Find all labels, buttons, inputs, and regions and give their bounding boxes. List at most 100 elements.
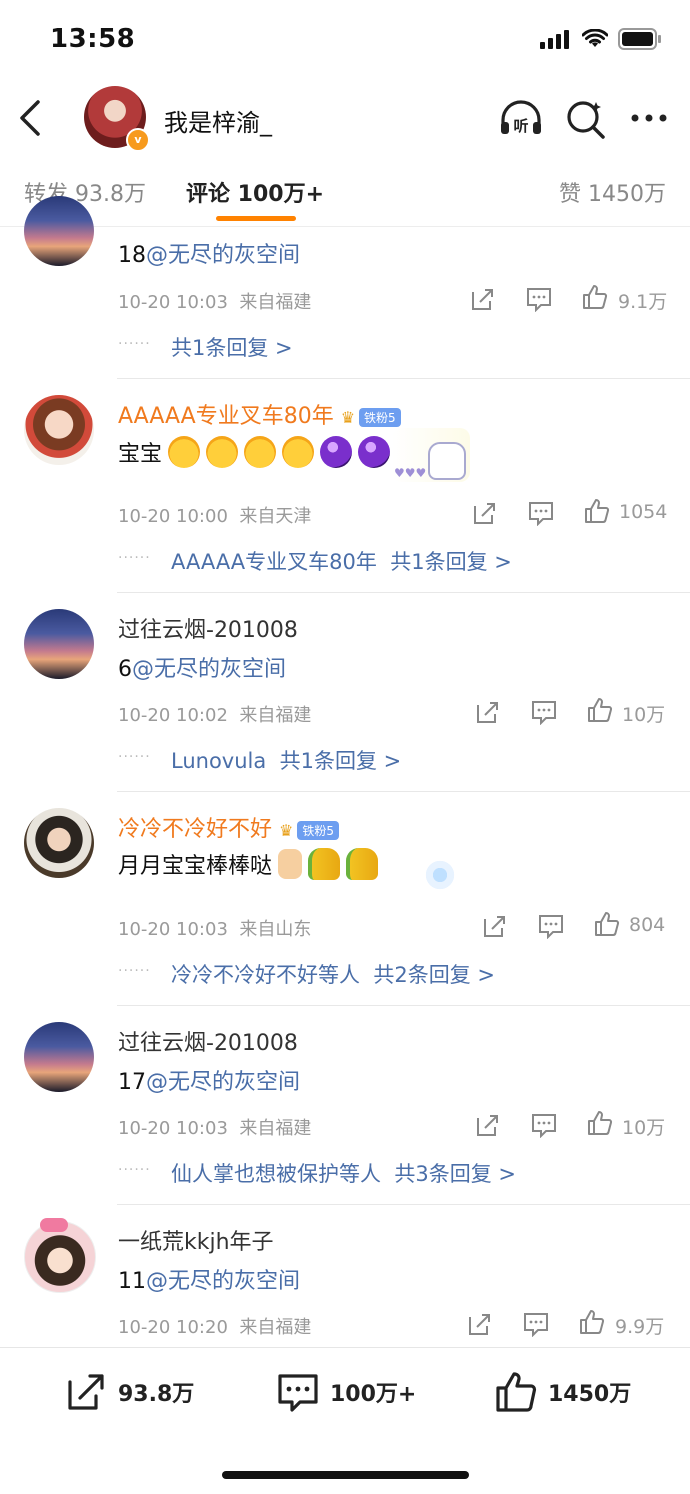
like-count: 804	[629, 914, 666, 936]
like-thumb-icon	[496, 1372, 537, 1412]
crystal-ball-emoji-icon	[320, 436, 353, 468]
reply-dots: ······	[118, 963, 151, 979]
comment-meta: 10-20 10:20 来自福建	[118, 1313, 311, 1339]
share-icon[interactable]	[475, 1112, 501, 1138]
comment-icon[interactable]	[531, 699, 557, 725]
like-thumb-icon[interactable]	[579, 1309, 605, 1335]
like-count: 9.1万	[618, 291, 668, 313]
tab-like[interactable]: 赞 1450万	[559, 176, 666, 208]
battery-icon	[618, 28, 661, 50]
search-icon[interactable]	[563, 96, 609, 140]
reply-dots: ······	[118, 1162, 151, 1178]
reply-count: 共1条回复 >	[279, 749, 402, 773]
comment-divider	[117, 592, 690, 593]
comment-avatar[interactable]	[24, 196, 94, 266]
comment-mention[interactable]: @无尽的灰空间	[146, 243, 300, 268]
comment-meta: 10-20 10:03 来自福建	[118, 288, 311, 314]
reply-count: 共3条回复 >	[394, 1162, 516, 1186]
reply-link[interactable]: 冷冷不冷好不好等人 共2条回复 >	[171, 959, 495, 989]
corn-emoji-icon	[346, 848, 379, 880]
corn-emoji-icon	[308, 848, 341, 880]
comment-icon[interactable]	[528, 500, 554, 526]
comment-text: 17@无尽的灰空间	[118, 1064, 300, 1096]
more-icon[interactable]	[626, 96, 672, 140]
comment-number: 17	[118, 1070, 146, 1095]
comment-divider	[117, 1204, 690, 1205]
tab-comment[interactable]: 评论 100万+	[186, 176, 324, 208]
comment-username[interactable]: 过往云烟-201008	[118, 612, 298, 644]
comment-text-value: 宝宝	[118, 442, 163, 467]
like-thumb-icon[interactable]	[584, 498, 610, 524]
comment-location: 来自福建	[239, 705, 312, 726]
share-icon[interactable]	[467, 1311, 493, 1337]
comment-text: 6@无尽的灰空间	[118, 651, 286, 683]
comment-icon[interactable]	[523, 1311, 549, 1337]
crying-emoji-icon	[244, 436, 277, 468]
repost-icon	[68, 1374, 104, 1410]
comment-divider	[117, 791, 690, 792]
bottom-repost-button[interactable]: 93.8万	[64, 1370, 194, 1414]
reply-link[interactable]: 共1条回复 >	[171, 332, 293, 362]
comment-username[interactable]: 过往云烟-201008	[118, 1025, 298, 1057]
comment-meta: 10-20 10:03 来自山东	[118, 915, 311, 941]
comment-avatar[interactable]	[24, 1022, 94, 1092]
like-thumb-icon[interactable]	[582, 284, 608, 310]
reply-link[interactable]: 仙人掌也想被保护等人 共3条回复 >	[171, 1158, 516, 1188]
crying-emoji-icon	[282, 436, 315, 468]
reply-link[interactable]: AAAAA专业叉车80年 共1条回复 >	[171, 546, 512, 576]
bottom-repost-count: 93.8万	[118, 1382, 195, 1407]
comment-text: 11@无尽的灰空间	[118, 1263, 300, 1295]
comment-icon[interactable]	[526, 286, 552, 312]
share-icon[interactable]	[470, 286, 496, 312]
like-thumb-icon[interactable]	[594, 911, 620, 937]
comment-mention[interactable]: @无尽的灰空间	[146, 1070, 300, 1095]
comment-divider	[117, 1005, 690, 1006]
comment-time: 10-20 10:03	[118, 1118, 228, 1139]
bottom-comment-button[interactable]: 100万+	[276, 1370, 416, 1414]
reply-dots: ······	[118, 336, 151, 352]
comment-username[interactable]: 冷冷不冷好不好 ♛ 铁粉5	[118, 811, 339, 843]
comment-avatar[interactable]	[24, 609, 94, 679]
comment-text: 宝宝	[118, 436, 434, 468]
comment-location: 来自福建	[239, 1317, 312, 1338]
like-count: 10万	[622, 1117, 666, 1139]
like-count: 1054	[619, 501, 668, 523]
share-icon[interactable]	[472, 500, 498, 526]
reply-count: 共1条回复 >	[390, 550, 512, 574]
comment-icon[interactable]	[531, 1112, 557, 1138]
comment-text-value: 月月宝宝棒棒哒	[118, 854, 273, 879]
crown-icon: ♛	[279, 820, 294, 840]
bottom-like-count: 1450万	[548, 1382, 632, 1407]
comment-meta: 10-20 10:03 来自福建	[118, 1114, 311, 1140]
reply-link[interactable]: Lunovula 共1条回复 >	[171, 745, 401, 775]
share-icon[interactable]	[482, 913, 508, 939]
reply-user: AAAAA专业叉车80年	[171, 550, 377, 574]
headphones-listen-icon[interactable]: 听	[498, 96, 544, 140]
home-indicator	[222, 1471, 469, 1479]
share-icon[interactable]	[475, 699, 501, 725]
thumbs-up-emoji-icon	[278, 849, 303, 879]
comment-username[interactable]: 一纸荒kkjh年子	[118, 1224, 274, 1256]
comment-location: 来自天津	[239, 506, 312, 527]
comment-avatar[interactable]	[24, 395, 94, 465]
status-time: 13:58	[50, 24, 136, 54]
comment-avatar[interactable]	[24, 808, 94, 878]
comment-text: 18@无尽的灰空间	[118, 237, 300, 269]
like-count: 10万	[622, 704, 666, 726]
reply-count: 共2条回复 >	[373, 963, 495, 987]
comment-mention[interactable]: @无尽的灰空间	[132, 657, 286, 682]
back-arrow-icon[interactable]	[14, 96, 48, 140]
like-thumb-icon[interactable]	[587, 697, 613, 723]
comment-icon[interactable]	[538, 913, 564, 939]
comment-location: 来自福建	[239, 292, 312, 313]
comment-mention[interactable]: @无尽的灰空间	[146, 1269, 300, 1294]
author-username[interactable]: 我是梓渝_	[164, 103, 272, 138]
reply-dots: ······	[118, 749, 151, 765]
verified-badge-icon: v	[126, 128, 150, 152]
comment-number: 11	[118, 1269, 146, 1294]
bottom-like-button[interactable]: 1450万	[494, 1370, 631, 1414]
comment-username[interactable]: AAAAA专业叉车80年 ♛ 铁粉5	[118, 398, 401, 430]
like-thumb-icon[interactable]	[587, 1110, 613, 1136]
reply-dots: ······	[118, 550, 151, 566]
comment-location: 来自山东	[239, 919, 312, 940]
